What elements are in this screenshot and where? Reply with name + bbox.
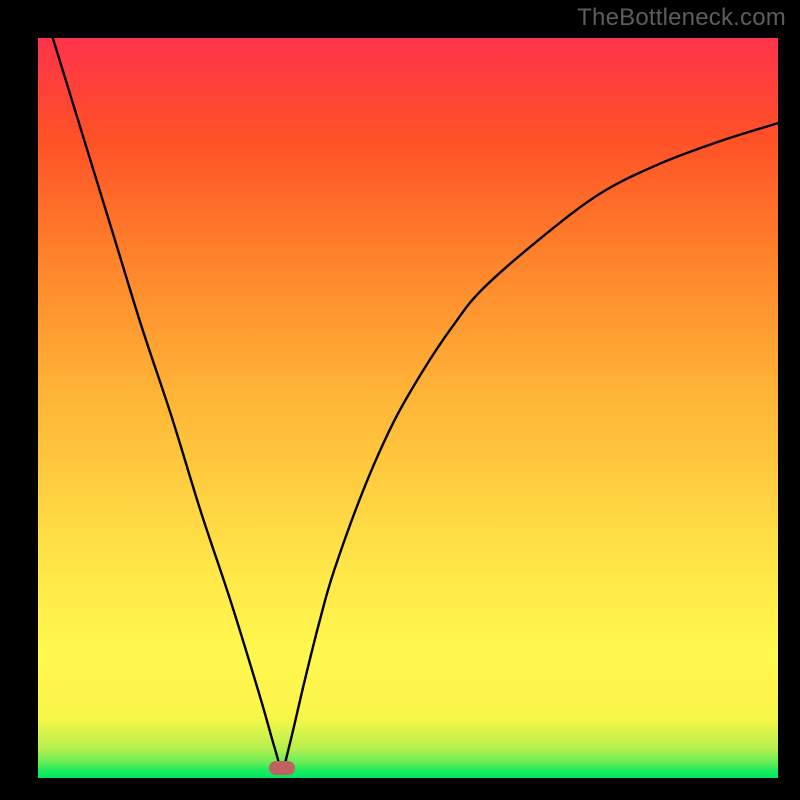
bottleneck-marker [269,761,295,775]
bottleneck-curve [53,38,778,768]
curve-svg [38,38,778,778]
watermark-text: TheBottleneck.com [577,4,786,32]
chart-frame: TheBottleneck.com [0,0,800,800]
plot-area [38,38,778,778]
